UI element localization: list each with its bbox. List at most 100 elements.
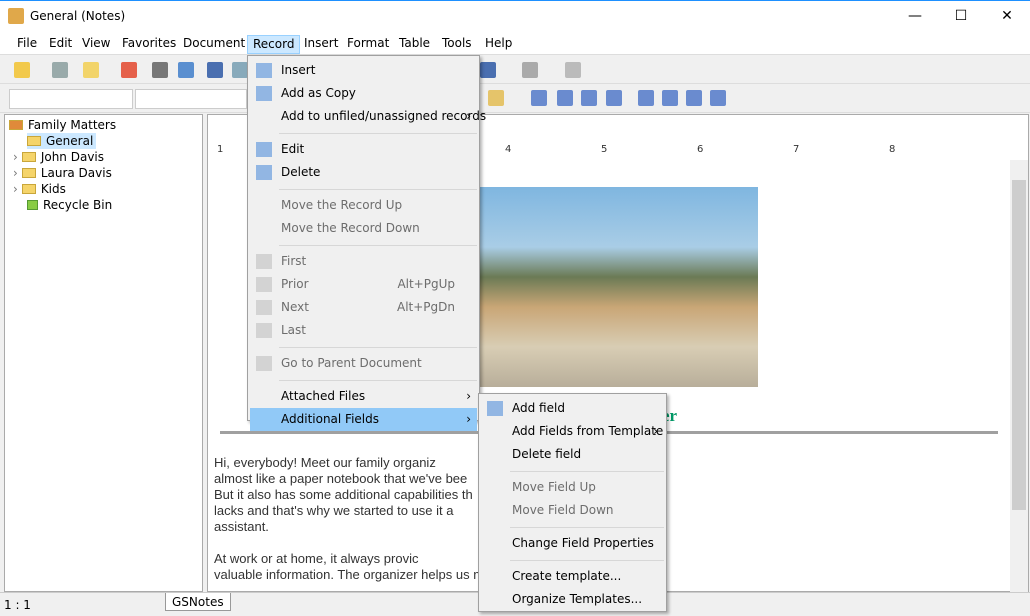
expand-icon[interactable]: › [13, 166, 18, 180]
menu-item-label: Attached Files [281, 389, 366, 403]
new-record-icon[interactable] [83, 62, 99, 78]
tree-item-john-davis[interactable]: › John Davis [13, 149, 104, 165]
menu-item-attached-files[interactable]: Attached Files › [250, 385, 477, 408]
tree-item-laura-davis[interactable]: › Laura Davis [13, 165, 112, 181]
folder-icon [27, 136, 41, 146]
chevron-right-icon: › [466, 412, 471, 426]
menu-item-additional-fields[interactable]: Additional Fields › [250, 408, 477, 431]
align-left-icon[interactable] [531, 90, 547, 106]
print-icon[interactable] [152, 62, 168, 78]
table-icon[interactable] [522, 62, 538, 78]
image-icon[interactable] [565, 62, 581, 78]
folder-icon [21, 152, 36, 162]
menu-help[interactable]: Help [480, 35, 517, 54]
menu-item-label: Add Fields from Template [512, 424, 664, 438]
style-combo[interactable] [9, 89, 133, 109]
menu-item-delete-field[interactable]: Delete field [481, 443, 664, 466]
maximize-button[interactable]: ☐ [938, 1, 984, 32]
menu-view[interactable]: View [77, 35, 115, 54]
menu-item-shortcut: Alt+PgDn [396, 300, 455, 314]
bullets-icon[interactable] [638, 90, 654, 106]
cursor-position: 1 : 1 [4, 598, 31, 612]
chevron-right-icon: › [466, 389, 471, 403]
menu-separator [510, 471, 664, 472]
menu-item-edit[interactable]: Edit [250, 138, 477, 161]
menu-item-create-template[interactable]: Create template... [481, 565, 664, 588]
menu-item-label: Last [281, 323, 306, 337]
scrollbar-thumb[interactable] [1012, 180, 1026, 510]
title-bar: General (Notes) — ☐ ✕ [0, 0, 1030, 32]
align-center-icon[interactable] [557, 90, 573, 106]
attach-icon[interactable] [480, 62, 496, 78]
menu-item-change-field-properties[interactable]: Change Field Properties [481, 532, 664, 555]
text-line: lacks and that's why we started to use i… [214, 503, 454, 518]
tree-item-general[interactable]: General [27, 133, 97, 149]
menu-item-add-fields-from-template[interactable]: Add Fields from Template › [481, 420, 664, 443]
save-icon[interactable] [52, 62, 68, 78]
delete-icon [256, 165, 272, 180]
expand-icon[interactable]: › [13, 182, 18, 196]
align-right-icon[interactable] [581, 90, 597, 106]
menu-edit[interactable]: Edit [44, 35, 77, 54]
menu-insert[interactable]: Insert [299, 35, 343, 54]
vertical-scrollbar[interactable] [1010, 160, 1028, 592]
menu-item-label: Add to unfiled/unassigned records [281, 109, 487, 123]
text-line: valuable information. The organizer help… [214, 567, 485, 582]
menu-record[interactable]: Record [247, 35, 301, 54]
close-button[interactable]: ✕ [984, 1, 1030, 32]
ruler-number: 4 [505, 144, 512, 155]
numbering-icon[interactable] [662, 90, 678, 106]
copy-icon[interactable] [232, 62, 248, 78]
tree-root[interactable]: Family Matters [9, 117, 116, 133]
text-line: almost like a paper notebook that we've … [214, 471, 468, 486]
prior-icon [256, 277, 272, 292]
tree-item-kids[interactable]: › Kids [13, 181, 66, 197]
menu-separator [279, 347, 477, 348]
menu-table[interactable]: Table [394, 35, 435, 54]
menu-item-insert[interactable]: Insert [250, 59, 477, 82]
justify-icon[interactable] [606, 90, 622, 106]
menu-item-shortcut: Alt+PgUp [397, 277, 455, 291]
expand-icon[interactable]: › [13, 150, 18, 164]
folder-icon [21, 184, 36, 194]
app-icon [8, 8, 24, 24]
outdent-icon[interactable] [686, 90, 702, 106]
delete-record-icon[interactable] [121, 62, 137, 78]
font-combo[interactable] [135, 89, 247, 109]
menu-favorites[interactable]: Favorites [117, 35, 181, 54]
tab-gsnotes[interactable]: GSNotes [165, 593, 231, 611]
text-line: But it also has some additional capabili… [214, 487, 473, 502]
menu-item-label: Organize Templates... [512, 592, 643, 606]
indent-icon[interactable] [710, 90, 726, 106]
highlight-icon[interactable] [488, 90, 504, 106]
tree-label: Family Matters [28, 118, 117, 132]
next-icon [256, 300, 272, 315]
menu-item-next: Next Alt+PgDn [250, 296, 477, 319]
menu-document[interactable]: Document [178, 35, 250, 54]
menu-tools[interactable]: Tools [437, 35, 477, 54]
text-line: Hi, everybody! Meet our family organiz [214, 455, 436, 470]
first-icon [256, 254, 272, 269]
menu-item-label: First [281, 254, 307, 268]
add-field-icon [487, 401, 503, 416]
menu-item-label: Additional Fields [281, 412, 380, 426]
menu-format[interactable]: Format [342, 35, 394, 54]
menu-separator [510, 560, 664, 561]
menu-item-organize-templates[interactable]: Organize Templates... [481, 588, 664, 611]
family-photo [480, 187, 758, 387]
cut-icon[interactable] [207, 62, 223, 78]
preview-icon[interactable] [178, 62, 194, 78]
record-menu: Insert Add as Copy Add to unfiled/unassign… [247, 55, 486, 431]
tree-item-recycle-bin[interactable]: Recycle Bin [27, 197, 112, 213]
window-title: General (Notes) [30, 9, 126, 23]
menu-item-label: Move the Record Down [281, 221, 420, 235]
menu-item-add-as-copy[interactable]: Add as Copy [250, 82, 477, 105]
menu-item-move-the-record-up: Move the Record Up [250, 194, 477, 217]
menu-item-delete[interactable]: Delete [250, 161, 477, 184]
minimize-button[interactable]: — [892, 1, 938, 32]
menu-item-add-field[interactable]: Add field [481, 397, 664, 420]
open-icon[interactable] [14, 62, 30, 78]
menu-item-add-to-unfiled-unassigned-records[interactable]: Add to unfiled/unassigned records › [250, 105, 486, 128]
menu-file[interactable]: File [12, 35, 42, 54]
chevron-right-icon: › [466, 109, 471, 123]
